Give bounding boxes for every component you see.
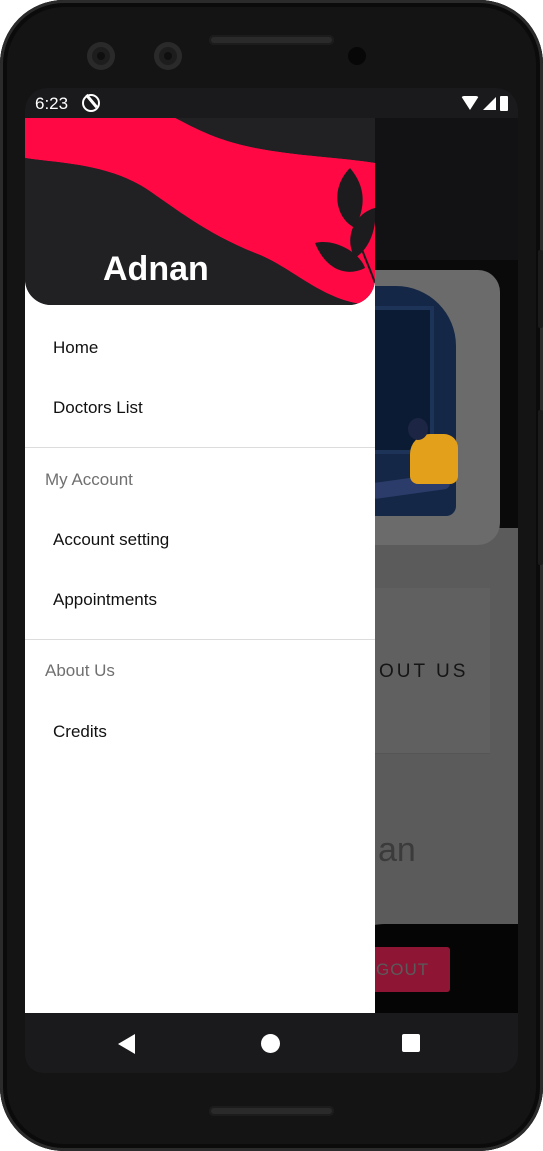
back-icon[interactable]	[118, 1034, 135, 1054]
background-logout-button: GOUT	[370, 947, 450, 992]
system-navigation-bar	[25, 1013, 518, 1073]
drawer-item-credits[interactable]: Credits	[53, 722, 107, 742]
bottom-speaker	[209, 1106, 334, 1116]
phone-frame: 6:23 OUT US an GOUT Adnan Home Doctors L…	[0, 0, 543, 1151]
status-icons	[461, 95, 508, 111]
background-header	[375, 118, 518, 260]
illustration-person-body	[410, 434, 458, 484]
navigation-drawer: Adnan Home Doctors List My Account Accou…	[25, 118, 375, 1013]
front-camera-secondary	[154, 42, 182, 70]
recents-icon[interactable]	[402, 1034, 420, 1052]
status-bar: 6:23	[25, 88, 518, 118]
signal-icon	[483, 96, 496, 110]
drawer-item-appointments[interactable]: Appointments	[53, 590, 157, 610]
data-saver-icon	[82, 94, 100, 112]
screen: 6:23 OUT US an GOUT Adnan Home Doctors L…	[25, 88, 518, 1073]
drawer-header: Adnan	[25, 118, 375, 305]
drawer-item-doctors-list[interactable]: Doctors List	[53, 398, 143, 418]
battery-icon	[500, 95, 508, 111]
power-button	[538, 250, 543, 328]
proximity-sensor	[348, 47, 366, 65]
front-camera	[87, 42, 115, 70]
section-title-about-us: About Us	[45, 661, 115, 680]
status-time: 6:23	[35, 94, 69, 113]
user-name: Adnan	[103, 250, 209, 288]
home-icon[interactable]	[261, 1034, 280, 1053]
drawer-divider	[25, 447, 375, 448]
background-about-label: OUT US	[379, 661, 469, 682]
illustration-person-head	[408, 418, 428, 440]
drawer-item-home[interactable]: Home	[53, 338, 98, 358]
background-name-text: an	[378, 831, 416, 869]
drawer-item-account-setting[interactable]: Account setting	[53, 530, 169, 550]
wifi-icon	[461, 96, 479, 110]
drawer-divider	[25, 639, 375, 640]
volume-button	[538, 410, 543, 565]
section-title-my-account: My Account	[45, 470, 133, 489]
earpiece-speaker	[209, 35, 334, 45]
